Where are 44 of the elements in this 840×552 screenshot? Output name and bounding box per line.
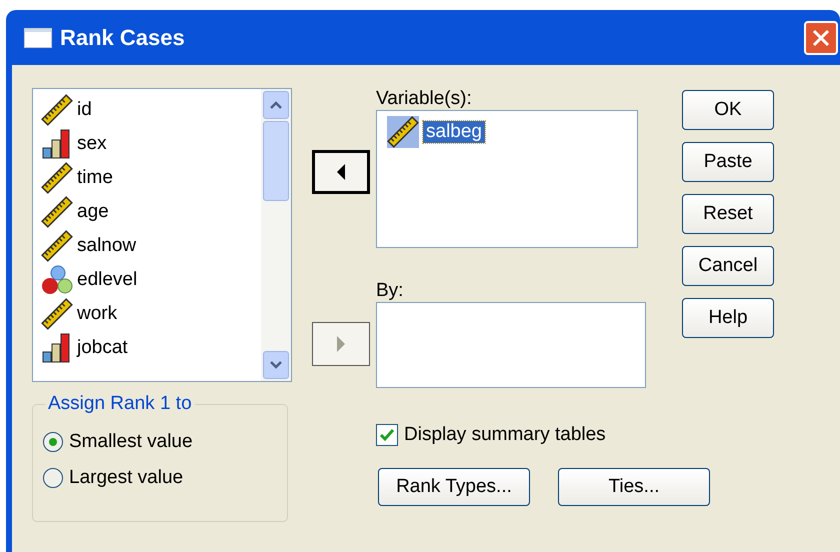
variable-list[interactable]: id sex time age salnow edlevel work jobcat [32,88,292,382]
variable-item[interactable]: id [41,93,261,127]
check-icon [379,428,395,442]
dialog-button[interactable]: Ties... [558,468,710,506]
summary-checkbox[interactable]: Display summary tables [376,424,712,446]
move-button[interactable] [312,150,370,194]
balls-icon [41,264,73,296]
radio-circle[interactable] [43,432,63,452]
window-icon [24,28,52,48]
variable-item[interactable]: time [41,161,261,195]
scroll-down-button[interactable] [263,351,289,379]
up-chevron-icon [270,101,282,109]
variables-label: Variable(s): [376,88,473,110]
variable-item[interactable]: work [41,297,261,331]
variable-item[interactable]: edlevel [41,263,261,297]
variable-item[interactable]: age [41,195,261,229]
variable-item[interactable]: salbeg [387,115,637,149]
variables-list[interactable]: salbeg [376,110,638,248]
radio-circle[interactable] [43,468,63,488]
dialog-button[interactable]: Reset [682,194,774,234]
close-icon [812,28,830,46]
radio-option[interactable]: Smallest value [43,431,287,453]
dialog-button[interactable]: Cancel [682,246,774,286]
window-title: Rank Cases [60,24,186,50]
radio-option[interactable]: Largest value [43,467,287,489]
scroll-up-button[interactable] [263,91,289,119]
variable-item[interactable]: jobcat [41,331,261,365]
close-button[interactable] [804,20,838,54]
scroll-thumb[interactable] [263,121,289,201]
scrollbar[interactable] [261,89,291,381]
checkbox[interactable] [376,424,398,446]
ruler-icon [387,116,419,148]
left-triangle-icon [336,164,346,180]
by-list[interactable] [376,302,646,388]
variable-item[interactable]: sex [41,127,261,161]
dialog-button[interactable]: Paste [682,142,774,182]
dialog-button[interactable]: Rank Types... [378,468,530,506]
dialog-button[interactable]: Help [682,298,774,338]
group-title: Assign Rank 1 to [45,393,195,415]
down-chevron-icon [270,361,282,369]
variable-item[interactable]: salnow [41,229,261,263]
by-label: By: [376,280,404,302]
dialog-button[interactable]: OK [682,90,774,130]
right-triangle-icon [336,336,346,352]
